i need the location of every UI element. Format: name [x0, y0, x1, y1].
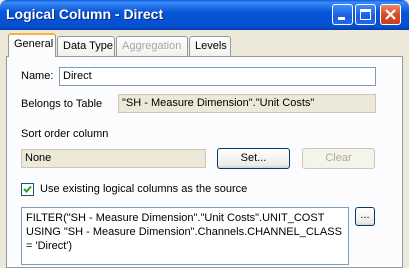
title-bar[interactable]: Logical Column - Direct: [0, 0, 409, 30]
tab-aggregation-label: Aggregation: [122, 40, 182, 52]
tab-general-label: General: [14, 38, 54, 50]
clear-button: Clear: [302, 148, 375, 169]
expression-builder-button[interactable]: ...: [355, 207, 375, 226]
close-icon: [385, 9, 396, 20]
tab-data-type[interactable]: Data Type: [57, 36, 115, 56]
belongs-to-table-label: Belongs to Table: [21, 98, 103, 110]
minimize-button[interactable]: [332, 4, 353, 25]
sort-order-field: None: [21, 149, 206, 168]
tab-aggregation: Aggregation: [116, 36, 188, 56]
set-button[interactable]: Set...: [217, 148, 290, 169]
belongs-to-table-field: "SH - Measure Dimension"."Unit Costs": [118, 94, 376, 113]
name-label: Name:: [21, 70, 54, 82]
use-existing-checkbox[interactable]: [21, 183, 34, 196]
tab-levels-label: Levels: [195, 40, 227, 52]
tab-levels[interactable]: Levels: [189, 36, 231, 56]
minimize-icon: [338, 17, 345, 20]
maximize-icon: [360, 9, 371, 20]
maximize-button[interactable]: [355, 4, 376, 25]
tab-data-type-label: Data Type: [63, 40, 113, 52]
name-field[interactable]: Direct: [59, 67, 376, 86]
general-tab-panel: Name: Direct Belongs to Table "SH - Meas…: [6, 56, 403, 268]
tab-general[interactable]: General: [8, 33, 56, 57]
use-existing-label: Use existing logical columns as the sour…: [40, 183, 248, 195]
expression-textarea[interactable]: FILTER("SH - Measure Dimension"."Unit Co…: [21, 207, 349, 265]
close-button[interactable]: [380, 4, 401, 25]
checkmark-icon: [23, 185, 32, 193]
sort-order-label: Sort order column: [21, 128, 109, 140]
window-title: Logical Column - Direct: [6, 6, 164, 22]
